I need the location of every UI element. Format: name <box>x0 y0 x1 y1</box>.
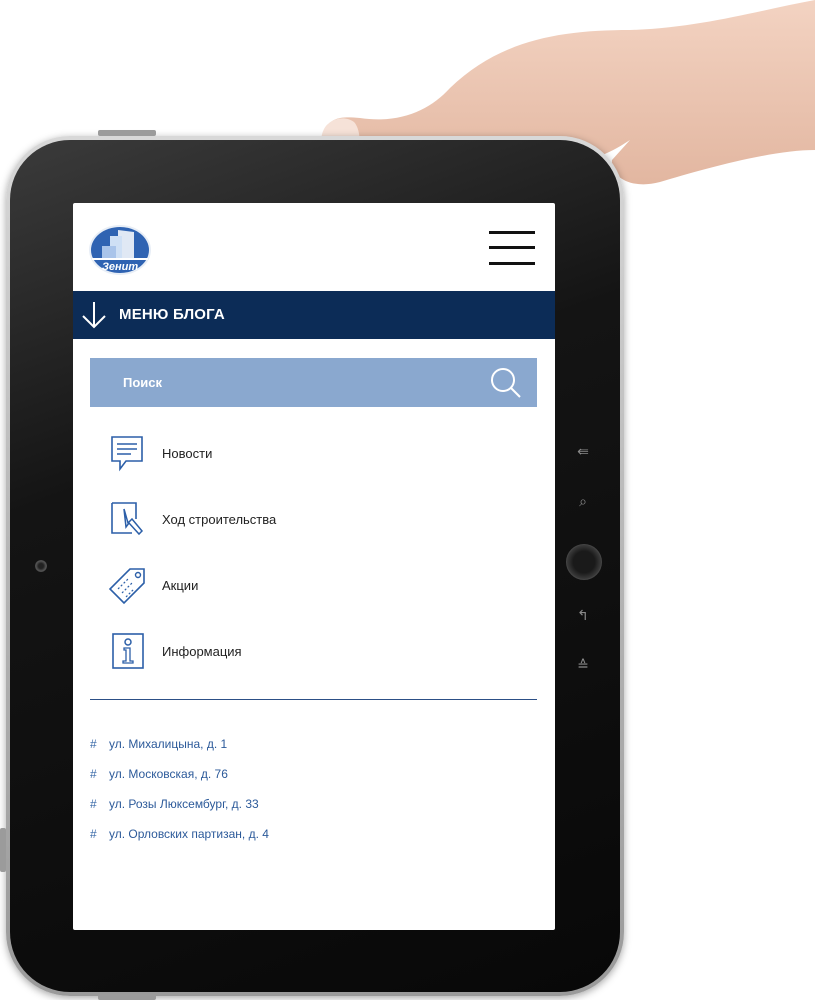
address-text: ул. Розы Люксембург, д. 33 <box>109 797 259 811</box>
nav-item-label: Информация <box>162 644 242 659</box>
search-box <box>90 358 537 407</box>
construction-progress-icon <box>111 502 144 536</box>
bottom-button[interactable] <box>98 994 156 1000</box>
volume-button[interactable] <box>0 828 6 872</box>
power-button[interactable] <box>98 130 156 136</box>
hash-icon: # <box>90 737 97 751</box>
nav-item-label: Ход строительства <box>162 512 277 527</box>
address-text: ул. Михалицына, д. 1 <box>109 737 228 751</box>
nav-item-promotions[interactable]: Акции <box>108 565 528 605</box>
address-text: ул. Московская, д. 76 <box>109 767 228 781</box>
volume-key-icon[interactable]: ≙ <box>571 658 595 674</box>
zenit-logo-icon[interactable]: Зенит <box>88 224 152 276</box>
logo-text: Зенит <box>102 261 139 273</box>
back-key-icon[interactable]: ⇚ <box>571 444 595 460</box>
blog-menu-label: МЕНЮ БЛОГА <box>119 306 225 323</box>
nav-item-label: Новости <box>162 446 213 461</box>
address-link[interactable]: # ул. Розы Люксембург, д. 33 <box>90 797 259 811</box>
address-link[interactable]: # ул. Московская, д. 76 <box>90 767 228 781</box>
nav-item-construction[interactable]: Ход строительства <box>108 499 528 539</box>
info-icon <box>112 633 144 669</box>
price-tag-icon <box>108 568 145 605</box>
divider <box>90 699 537 700</box>
search-icon[interactable] <box>490 367 522 399</box>
hash-icon: # <box>90 767 97 781</box>
screen: Зенит МЕНЮ БЛОГА Новости <box>73 203 555 930</box>
address-text: ул. Орловских партизан, д. 4 <box>109 827 269 841</box>
address-link[interactable]: # ул. Михалицына, д. 1 <box>90 737 227 751</box>
search-input[interactable] <box>90 358 470 407</box>
address-link[interactable]: # ул. Орловских партизан, д. 4 <box>90 827 269 841</box>
hash-icon: # <box>90 797 97 811</box>
nav-item-information[interactable]: Информация <box>108 631 528 671</box>
front-camera <box>35 560 47 572</box>
hash-icon: # <box>90 827 97 841</box>
top-bar: Зенит <box>73 203 555 291</box>
return-key-icon[interactable]: ↰ <box>571 608 595 624</box>
nav-item-label: Акции <box>162 578 199 593</box>
hamburger-menu-button[interactable] <box>489 231 535 267</box>
arrow-down-icon <box>82 302 106 329</box>
blog-menu-bar[interactable]: МЕНЮ БЛОГА <box>73 291 555 339</box>
search-key-icon[interactable]: ⌕ <box>571 494 595 510</box>
nav-item-news[interactable]: Новости <box>108 433 528 473</box>
news-document-icon <box>111 436 143 472</box>
home-button[interactable] <box>566 544 602 580</box>
